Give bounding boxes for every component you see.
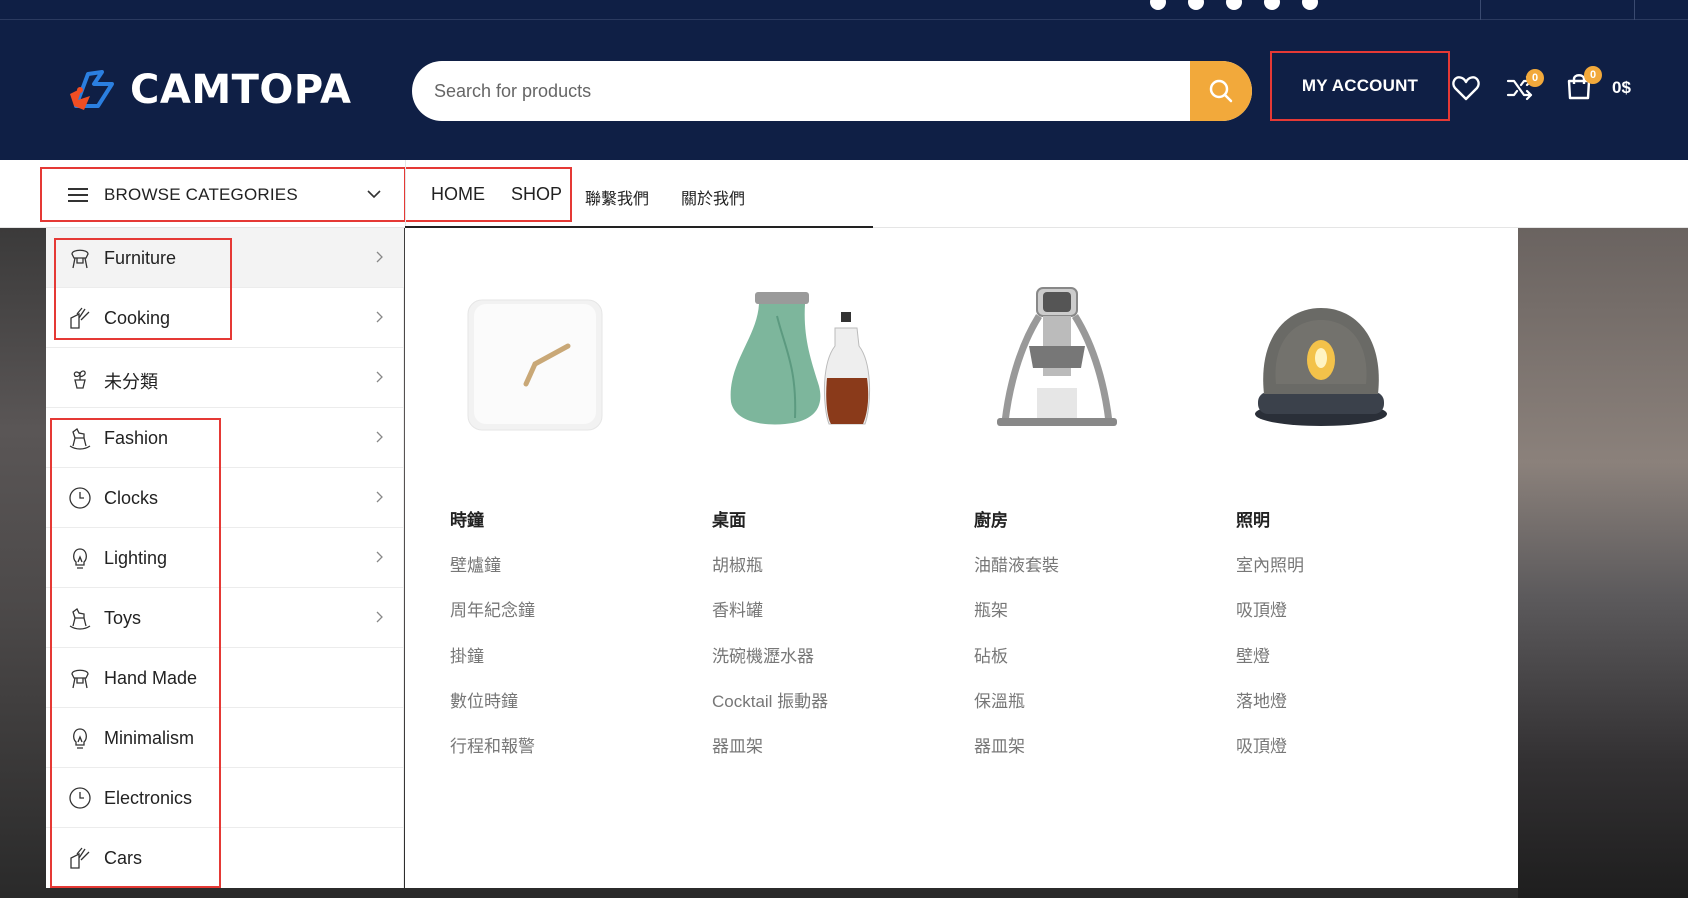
highlight-box — [50, 418, 221, 888]
mega-link[interactable]: 保溫瓶 — [974, 687, 1025, 712]
hero-background-right — [1518, 228, 1688, 898]
highlight-box — [54, 238, 232, 340]
logo-icon — [70, 70, 114, 110]
heart-icon — [1452, 76, 1480, 101]
search-input[interactable] — [412, 61, 1190, 121]
nav-contact[interactable]: 聯繫我們 — [585, 185, 649, 209]
plant-icon — [73, 370, 86, 389]
nav-row: BROWSE CATEGORIES HOME SHOP 聯繫我們 關於我們 — [0, 160, 1688, 228]
mega-link[interactable]: 砧板 — [974, 642, 1008, 667]
mega-link[interactable]: 落地燈 — [1236, 687, 1287, 712]
mega-link[interactable]: 瓶架 — [974, 596, 1008, 621]
facebook-icon[interactable] — [1150, 0, 1166, 10]
mega-link[interactable]: 壁燈 — [1236, 642, 1270, 667]
chevron-right-icon — [376, 611, 383, 623]
wishlist-button[interactable] — [1452, 75, 1480, 106]
chevron-right-icon — [376, 251, 383, 263]
mega-link[interactable]: 周年紀念鐘 — [450, 596, 535, 621]
mega-link[interactable]: 吸頂燈 — [1236, 596, 1287, 621]
chevron-right-icon — [376, 551, 383, 563]
mega-link[interactable]: 胡椒瓶 — [712, 551, 763, 576]
cart-count-badge: 0 — [1584, 66, 1602, 84]
my-account-link[interactable]: MY ACCOUNT — [1270, 51, 1450, 121]
compare-count-badge: 0 — [1526, 69, 1544, 87]
mega-link[interactable]: 器皿架 — [974, 732, 1025, 757]
espresso-maker-image[interactable] — [969, 268, 1139, 438]
mega-link[interactable]: 器皿架 — [712, 732, 763, 757]
x-icon[interactable] — [1188, 0, 1204, 10]
mega-column-title[interactable]: 時鐘 — [450, 506, 484, 531]
chevron-right-icon — [376, 371, 383, 383]
mega-link[interactable]: 香料罐 — [712, 596, 763, 621]
mega-link[interactable]: 吸頂燈 — [1236, 732, 1287, 757]
clock-image[interactable] — [450, 268, 620, 438]
sidebar-item-label: 未分類 — [104, 372, 158, 392]
chevron-right-icon — [376, 491, 383, 503]
nav-shop[interactable]: SHOP — [511, 184, 562, 205]
mega-link[interactable]: 洗碗機瀝水器 — [712, 642, 814, 667]
mega-link[interactable]: 數位時鐘 — [450, 687, 518, 712]
cart-button[interactable]: 0 — [1566, 66, 1602, 105]
logo-text: CAMTOPA — [130, 67, 352, 113]
nav-home[interactable]: HOME — [431, 184, 485, 205]
mega-link[interactable]: 油醋液套裝 — [974, 551, 1059, 576]
mega-column-title[interactable]: 廚房 — [974, 506, 1008, 531]
top-bar — [0, 0, 1688, 20]
divider — [1634, 0, 1635, 20]
divider — [1480, 0, 1481, 20]
hamburger-icon — [68, 184, 88, 206]
carafe-image[interactable] — [707, 268, 877, 438]
pinterest-icon[interactable] — [1226, 0, 1242, 10]
mega-column-title[interactable]: 照明 — [1236, 506, 1270, 531]
mega-menu: 時鐘 壁爐鐘 周年紀念鐘 掛鐘 數位時鐘 行程和報警 桌面 胡椒瓶 香料罐 洗碗… — [405, 228, 1518, 888]
chevron-right-icon — [376, 431, 383, 443]
telegram-icon[interactable] — [1302, 0, 1318, 10]
mega-link[interactable]: 室內照明 — [1236, 551, 1304, 576]
chevron-right-icon — [376, 311, 383, 323]
logo[interactable]: CAMTOPA — [68, 66, 352, 114]
nav-about[interactable]: 關於我們 — [681, 185, 745, 209]
lamp-image[interactable] — [1236, 268, 1406, 438]
search-bar — [412, 61, 1252, 121]
browse-categories-button[interactable]: BROWSE CATEGORIES — [40, 167, 406, 222]
cart-total[interactable]: 0$ — [1612, 78, 1631, 98]
mega-link[interactable]: 行程和報警 — [450, 732, 535, 757]
chevron-down-icon — [367, 190, 381, 199]
linkedin-icon[interactable] — [1264, 0, 1280, 10]
browse-categories-label: BROWSE CATEGORIES — [104, 184, 298, 204]
header: CAMTOPA MY ACCOUNT 0 0 0$ — [0, 20, 1688, 160]
compare-button[interactable]: 0 — [1506, 69, 1544, 106]
sidebar-item-uncategorized[interactable]: 未分類 — [46, 348, 404, 408]
search-button[interactable] — [1190, 61, 1252, 121]
mega-link[interactable]: Cocktail 振動器 — [712, 687, 828, 712]
search-icon — [1209, 79, 1233, 103]
social-links — [1150, 0, 1318, 10]
mega-column-title[interactable]: 桌面 — [712, 506, 746, 531]
mega-link[interactable]: 壁爐鐘 — [450, 551, 501, 576]
mega-link[interactable]: 掛鐘 — [450, 642, 484, 667]
